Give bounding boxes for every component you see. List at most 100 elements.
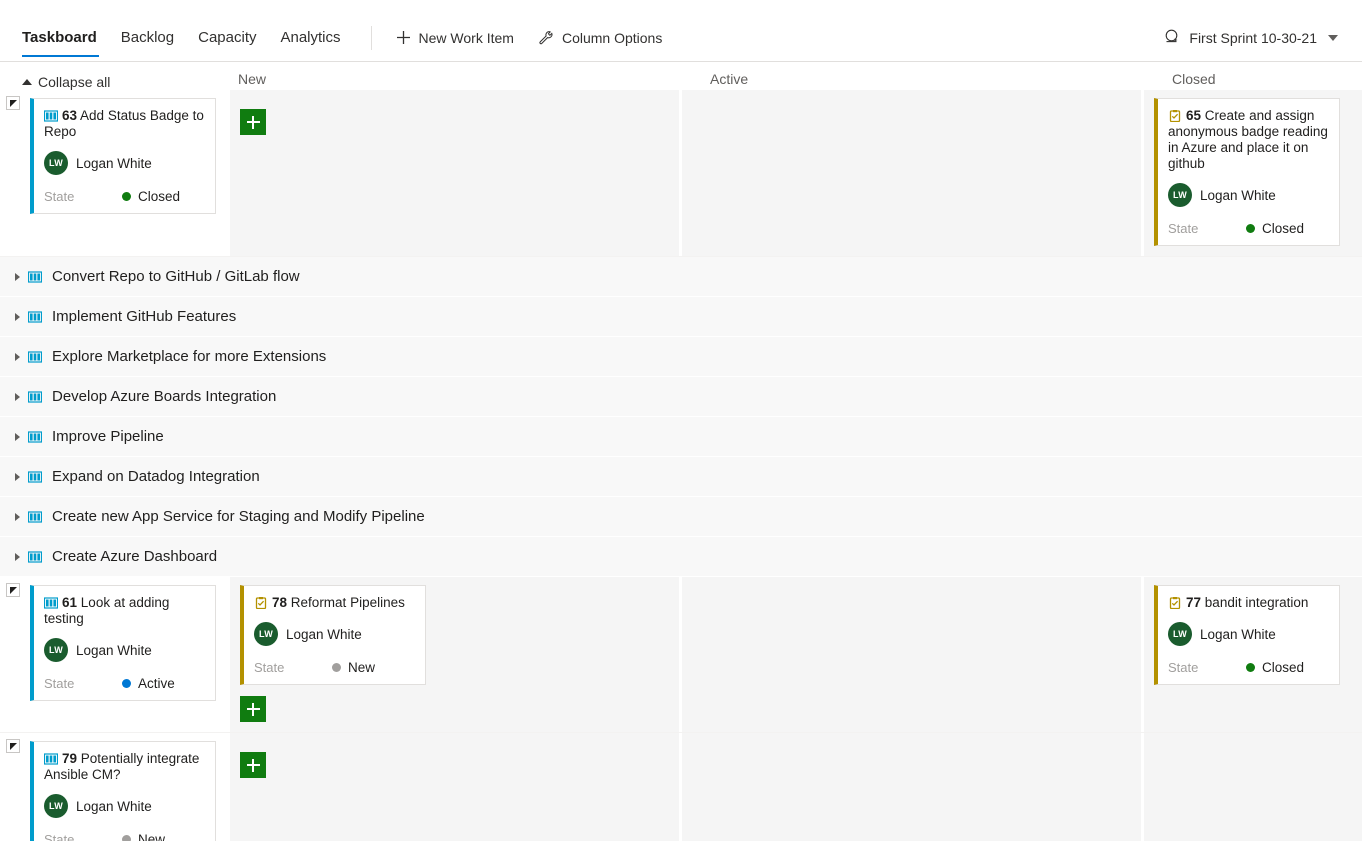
column-options-button[interactable]: Column Options — [526, 22, 674, 54]
work-item-card[interactable]: 79 Potentially integrate Ansible CM? LW Lo… — [30, 741, 216, 841]
state-field[interactable]: State Closed — [44, 189, 205, 204]
state-field[interactable]: State New — [44, 832, 205, 841]
tab-analytics[interactable]: Analytics — [268, 14, 352, 62]
backlog-row-expanded: 61 Look at adding testing LW Logan White St… — [0, 577, 1362, 733]
work-item-title-line: 79 Potentially integrate Ansible CM? — [43, 751, 205, 783]
add-task-button[interactable] — [240, 752, 266, 778]
backlog-row-title[interactable]: Explore Marketplace for more Extensions — [52, 348, 326, 365]
work-item-card[interactable]: 65 Create and assign anonymous badge rea… — [1154, 98, 1340, 246]
backlog-item-cell: 63 Add Status Badge to Repo LW Logan White… — [20, 90, 230, 256]
backlog-row-title[interactable]: Improve Pipeline — [52, 428, 164, 445]
work-item-card[interactable]: 78 Reformat Pipelines LW Logan White State N… — [240, 585, 426, 685]
backlog-item-cell: 61 Look at adding testing LW Logan White St… — [20, 577, 230, 732]
state-value: Closed — [1246, 660, 1304, 675]
board-cell-closed[interactable] — [1144, 733, 1362, 841]
work-item-card[interactable]: 63 Add Status Badge to Repo LW Logan White… — [30, 98, 216, 214]
board-cell-closed[interactable]: 65 Create and assign anonymous badge rea… — [1144, 90, 1362, 256]
task-icon — [1168, 110, 1182, 123]
add-task-button[interactable] — [240, 696, 266, 722]
work-item-id[interactable]: 61 — [62, 595, 77, 610]
assignee-name: Logan White — [76, 642, 152, 658]
assignee-name: Logan White — [76, 155, 152, 171]
assignee[interactable]: LW Logan White — [254, 622, 415, 646]
backlog-row-collapsed[interactable]: Implement GitHub Features — [0, 297, 1362, 337]
work-item-title[interactable]: Reformat Pipelines — [291, 595, 405, 610]
work-item-id[interactable]: 65 — [1186, 108, 1201, 123]
board-cell-active[interactable] — [682, 733, 1144, 841]
work-item-card[interactable]: 77 bandit integration LW Logan White State C… — [1154, 585, 1340, 685]
add-task-button[interactable] — [240, 109, 266, 135]
wrench-icon — [538, 30, 554, 46]
work-item-id[interactable]: 63 — [62, 108, 77, 123]
assignee[interactable]: LW Logan White — [44, 638, 205, 662]
avatar: LW — [1168, 183, 1192, 207]
backlog-row-title[interactable]: Develop Azure Boards Integration — [52, 388, 276, 405]
state-field[interactable]: State Closed — [1168, 660, 1329, 675]
row-gutter — [0, 90, 20, 256]
board-cell-active[interactable] — [682, 577, 1144, 732]
backlog-row-collapsed[interactable]: Convert Repo to GitHub / GitLab flow — [0, 257, 1362, 297]
state-label: State — [1168, 221, 1199, 236]
row-gutter — [0, 257, 20, 296]
tab-backlog-label: Backlog — [120, 29, 175, 46]
backlog-item-icon — [28, 390, 42, 403]
collapse-row-button[interactable] — [6, 739, 20, 753]
work-item-id[interactable]: 79 — [62, 751, 77, 766]
board-cell-closed[interactable]: 77 bandit integration LW Logan White State C… — [1144, 577, 1362, 732]
assignee[interactable]: LW Logan White — [44, 151, 205, 175]
work-item-title-line: 77 bandit integration — [1168, 595, 1329, 611]
column-header-new: New — [238, 71, 267, 87]
assignee-name: Logan White — [1200, 626, 1276, 642]
work-item-card[interactable]: 61 Look at adding testing LW Logan White St… — [30, 585, 216, 701]
state-dot-icon — [122, 192, 131, 201]
collapse-row-button[interactable] — [6, 583, 20, 597]
plus-icon — [246, 702, 260, 716]
board-cell-active[interactable] — [682, 90, 1144, 256]
board-cell-new[interactable]: 78 Reformat Pipelines LW Logan White State N… — [230, 577, 682, 732]
backlog-row-content: Create new App Service for Staging and M… — [20, 497, 1362, 536]
state-field[interactable]: State New — [254, 660, 415, 675]
work-item-id[interactable]: 77 — [1186, 595, 1201, 610]
assignee[interactable]: LW Logan White — [1168, 183, 1329, 207]
work-item-title-line: 78 Reformat Pipelines — [254, 595, 415, 611]
new-work-item-button[interactable]: New Work Item — [384, 22, 526, 54]
column-header-row: Collapse all New Active Closed — [0, 62, 1362, 90]
backlog-row-collapsed[interactable]: Create new App Service for Staging and M… — [0, 497, 1362, 537]
avatar: LW — [44, 794, 68, 818]
state-field[interactable]: State Closed — [1168, 221, 1329, 236]
state-value: New — [332, 660, 375, 675]
work-item-title[interactable]: bandit integration — [1205, 595, 1309, 610]
backlog-row-collapsed[interactable]: Create Azure Dashboard — [0, 537, 1362, 577]
collapse-row-button[interactable] — [6, 96, 20, 110]
tab-capacity[interactable]: Capacity — [186, 14, 268, 62]
assignee[interactable]: LW Logan White — [44, 794, 205, 818]
state-text: Closed — [1262, 221, 1305, 236]
backlog-row-title[interactable]: Convert Repo to GitHub / GitLab flow — [52, 268, 300, 285]
state-value: Closed — [122, 189, 180, 204]
assignee[interactable]: LW Logan White — [1168, 622, 1329, 646]
backlog-row-collapsed[interactable]: Improve Pipeline — [0, 417, 1362, 457]
backlog-row-title[interactable]: Implement GitHub Features — [52, 308, 236, 325]
backlog-item-icon — [28, 350, 42, 363]
board-cell-new[interactable] — [230, 733, 682, 841]
state-field[interactable]: State Active — [44, 676, 205, 691]
backlog-row-expanded: 79 Potentially integrate Ansible CM? LW Lo… — [0, 733, 1362, 841]
tab-backlog[interactable]: Backlog — [109, 14, 186, 62]
state-dot-icon — [332, 663, 341, 672]
state-dot-icon — [122, 679, 131, 688]
collapse-all-button[interactable]: Collapse all — [0, 74, 230, 90]
backlog-row-collapsed[interactable]: Expand on Datadog Integration — [0, 457, 1362, 497]
backlog-row-title[interactable]: Expand on Datadog Integration — [52, 468, 260, 485]
backlog-row-title[interactable]: Create Azure Dashboard — [52, 548, 217, 565]
tab-taskboard[interactable]: Taskboard — [20, 14, 109, 62]
backlog-row-collapsed[interactable]: Explore Marketplace for more Extensions — [0, 337, 1362, 377]
state-dot-icon — [1246, 224, 1255, 233]
board-cell-new[interactable] — [230, 90, 682, 256]
backlog-item-icon — [28, 310, 42, 323]
collapse-row-icon — [9, 99, 17, 107]
backlog-row-collapsed[interactable]: Develop Azure Boards Integration — [0, 377, 1362, 417]
sprint-selector[interactable]: First Sprint 10-30-21 — [1163, 28, 1344, 48]
backlog-row-content: Create Azure Dashboard — [20, 537, 1362, 576]
work-item-id[interactable]: 78 — [272, 595, 287, 610]
backlog-row-title[interactable]: Create new App Service for Staging and M… — [52, 508, 425, 525]
